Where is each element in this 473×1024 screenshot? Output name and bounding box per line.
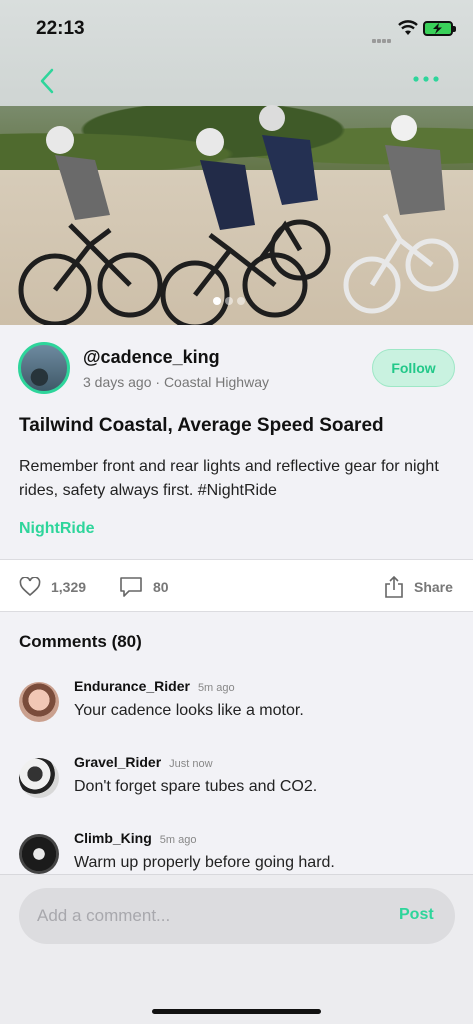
pager-dot[interactable] — [225, 297, 233, 305]
post-content: @cadence_king 3 days ago · Coastal Highw… — [0, 325, 473, 559]
comment-bubble-icon — [120, 576, 142, 597]
cellular-signal-icon — [372, 30, 394, 43]
pager-dot[interactable] — [237, 297, 245, 305]
hashtag-link[interactable]: NightRide — [19, 520, 95, 538]
status-bar: 22:13 — [0, 0, 473, 56]
commenter-avatar[interactable] — [19, 682, 59, 722]
post-title: Tailwind Coastal, Average Speed Soared — [19, 415, 384, 436]
commenter-avatar[interactable] — [19, 758, 59, 798]
charging-bolt-icon — [433, 23, 442, 34]
comment-time: 5m ago — [197, 682, 235, 694]
battery-icon — [423, 21, 456, 36]
image-pager[interactable] — [213, 292, 249, 305]
share-button[interactable]: Share — [384, 560, 453, 613]
comment-item[interactable]: Endurance_Rider 5m ago Your cadence looks… — [19, 678, 459, 738]
comment-composer: Post — [0, 874, 473, 1024]
post-meta: 3 days ago · Coastal Highway — [83, 374, 269, 390]
comment-count: 80 — [153, 578, 169, 595]
wifi-icon — [398, 20, 418, 35]
commenter-name[interactable]: Gravel_Rider Just now — [74, 754, 213, 770]
status-time: 22:13 — [36, 18, 85, 39]
comment-text: Warm up properly before going hard. — [74, 854, 335, 871]
comments-section[interactable]: Comments (80) Endurance_Rider 5m ago Your… — [0, 612, 473, 874]
comment-input[interactable] — [37, 888, 367, 944]
comment-button[interactable]: 80 — [119, 560, 169, 613]
comments-title: Comments (80) — [19, 632, 142, 651]
back-chevron-icon[interactable] — [36, 66, 60, 96]
like-button[interactable]: 1,329 — [19, 560, 86, 613]
like-count: 1,329 — [51, 578, 87, 595]
author-username[interactable]: @cadence_king — [83, 347, 220, 368]
commenter-name[interactable]: Endurance_Rider 5m ago — [74, 678, 235, 694]
rider-1 — [18, 223, 163, 325]
more-options-icon[interactable] — [412, 72, 440, 86]
share-icon — [385, 575, 403, 598]
share-label: Share — [414, 578, 453, 595]
author-avatar[interactable] — [18, 342, 70, 394]
comment-item[interactable]: Gravel_Rider Just now Don't forget spare … — [19, 754, 459, 814]
hero-image[interactable]: 22:13 — [0, 0, 473, 325]
comment-item[interactable]: Climb_King 5m ago Warm up properly before… — [19, 830, 459, 874]
rider-4 — [343, 213, 459, 314]
commenter-name[interactable]: Climb_King 5m ago — [74, 830, 196, 846]
commenter-avatar[interactable] — [19, 834, 59, 874]
home-indicator[interactable] — [152, 1009, 321, 1014]
comment-time: 5m ago — [159, 834, 197, 846]
rider-3 — [257, 219, 331, 281]
post-comment-button[interactable]: Post — [399, 906, 434, 924]
rider-2 — [160, 233, 308, 325]
comment-text: Don't forget spare tubes and CO2. — [74, 778, 318, 795]
action-bar: 1,329 80 Share — [0, 559, 473, 612]
heart-icon — [19, 576, 41, 596]
follow-button[interactable]: Follow — [372, 349, 455, 387]
post-body: Remember front and rear lights and refle… — [19, 458, 439, 499]
comment-text: Your cadence looks like a motor. — [74, 702, 304, 719]
comment-input-container[interactable]: Post — [19, 888, 455, 944]
pager-dot-active[interactable] — [213, 297, 221, 305]
comment-time: Just now — [169, 758, 213, 770]
